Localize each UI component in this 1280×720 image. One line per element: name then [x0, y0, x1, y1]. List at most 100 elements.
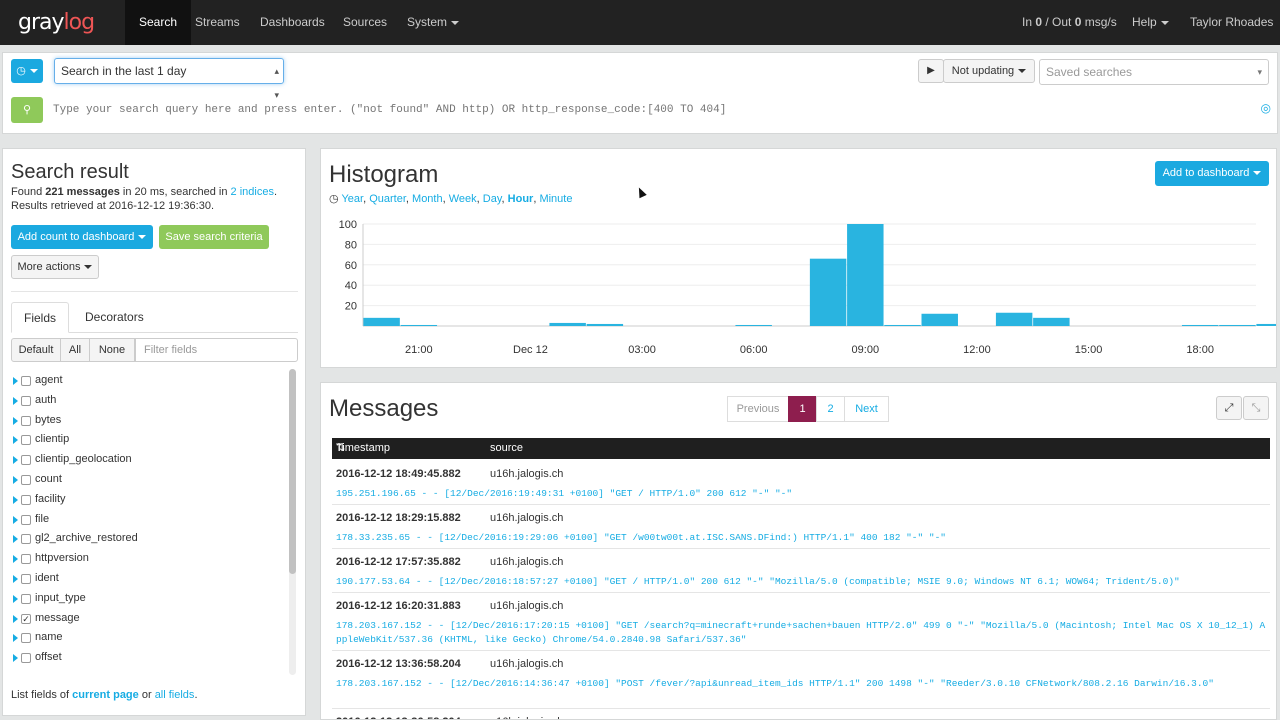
tab-fields[interactable]: Fields	[11, 302, 70, 333]
tab-decorators[interactable]: Decorators	[73, 302, 156, 333]
field-checkbox[interactable]	[21, 494, 31, 505]
pager-page-2[interactable]: 2	[816, 396, 845, 422]
caret-right-icon[interactable]	[13, 535, 18, 544]
histogram-bar	[735, 324, 772, 326]
caret-right-icon[interactable]	[13, 475, 18, 484]
caret-right-icon[interactable]	[13, 515, 18, 524]
caret-right-icon[interactable]	[13, 654, 18, 663]
nav-dashboards[interactable]: Dashboards	[246, 0, 339, 45]
pager-next[interactable]: Next	[844, 396, 889, 422]
collapse-button[interactable]: ⤡	[1243, 396, 1269, 420]
nav-user-menu[interactable]: Taylor Rhoades	[1176, 0, 1280, 70]
message-source[interactable]: u16h.jalogis.ch	[490, 468, 563, 480]
indices-link[interactable]: 2 indices	[231, 186, 274, 198]
message-source[interactable]: u16h.jalogis.ch	[490, 556, 563, 568]
search-submit-button[interactable]: ⚲	[11, 97, 43, 123]
message-source[interactable]: u16h.jalogis.ch	[490, 658, 563, 670]
field-checkbox[interactable]	[21, 633, 31, 644]
field-item[interactable]: gl2_archive_restored	[11, 529, 293, 549]
field-item[interactable]: agent	[11, 371, 293, 391]
table-row[interactable]: 2016-12-12 13:36:58.204 u16h.jalogis.ch 17…	[332, 651, 1270, 709]
caret-right-icon[interactable]	[13, 396, 18, 405]
field-checkbox[interactable]: ✓	[21, 613, 31, 624]
field-item[interactable]: offset	[11, 648, 293, 668]
lightbulb-icon[interactable]: ◎	[1261, 101, 1271, 115]
scrollbar-thumb[interactable]	[289, 369, 296, 574]
table-row[interactable]: 2016-12-12 13:36:58.204 u16h.jalogis.ch	[332, 709, 1270, 719]
field-item[interactable]: count	[11, 470, 293, 490]
column-source[interactable]: source	[490, 438, 523, 459]
more-actions-button[interactable]: More actions	[11, 255, 99, 279]
caret-right-icon[interactable]	[13, 555, 18, 564]
graylog-logo[interactable]: graylog	[18, 10, 95, 35]
field-item[interactable]: input_type	[11, 589, 293, 609]
field-checkbox[interactable]	[21, 395, 31, 406]
caret-right-icon[interactable]	[13, 614, 18, 623]
caret-right-icon[interactable]	[13, 634, 18, 643]
field-item[interactable]: auth	[11, 391, 293, 411]
field-item[interactable]: clientip	[11, 430, 293, 450]
sort-icon[interactable]: ⇅	[336, 438, 345, 459]
table-row[interactable]: 2016-12-12 18:49:45.882 u16h.jalogis.ch 19…	[332, 461, 1270, 505]
x-tick-label: 03:00	[628, 344, 656, 356]
nav-system[interactable]: System	[393, 0, 473, 45]
save-search-criteria-button[interactable]: Save search criteria	[159, 225, 269, 249]
caret-right-icon[interactable]	[13, 574, 18, 583]
refresh-interval-dropdown[interactable]: Not updating	[943, 59, 1035, 83]
field-checkbox[interactable]	[21, 376, 31, 386]
nav-streams[interactable]: Streams	[181, 0, 254, 45]
field-checkbox[interactable]	[21, 554, 31, 565]
nav-help[interactable]: Help	[1118, 0, 1183, 45]
field-item[interactable]: httpversion	[11, 549, 293, 569]
message-source[interactable]: u16h.jalogis.ch	[490, 600, 563, 612]
all-fields-link[interactable]: all fields	[155, 689, 195, 701]
fields-none-button[interactable]: None	[89, 338, 135, 362]
field-list-scrollbar[interactable]	[289, 369, 296, 675]
table-row[interactable]: 2016-12-12 17:57:35.882 u16h.jalogis.ch 19…	[332, 549, 1270, 593]
caret-right-icon[interactable]	[13, 495, 18, 504]
message-timestamp: 2016-12-12 13:36:58.204	[336, 716, 461, 719]
expand-button[interactable]: ⤢	[1216, 396, 1242, 420]
fields-default-button[interactable]: Default	[11, 338, 61, 362]
field-checkbox[interactable]	[21, 573, 31, 584]
table-row[interactable]: 2016-12-12 16:20:31.883 u16h.jalogis.ch 17…	[332, 593, 1270, 651]
field-item[interactable]: clientip_geolocation	[11, 450, 293, 470]
caret-right-icon[interactable]	[13, 456, 18, 465]
field-checkbox[interactable]	[21, 474, 31, 485]
time-range-select[interactable]: Search in the last 1 day ▴ ▾	[54, 58, 284, 100]
field-checkbox[interactable]	[21, 514, 31, 525]
add-count-to-dashboard-button[interactable]: Add count to dashboard	[11, 225, 153, 249]
filter-fields-input[interactable]: Filter fields	[135, 338, 298, 362]
message-source[interactable]: u16h.jalogis.ch	[490, 716, 563, 719]
field-item[interactable]: file	[11, 510, 293, 530]
field-item[interactable]: ✓ message	[11, 609, 293, 629]
field-item[interactable]: facility	[11, 490, 293, 510]
table-row[interactable]: 2016-12-12 18:29:15.882 u16h.jalogis.ch 17…	[332, 505, 1270, 549]
caret-right-icon[interactable]	[13, 436, 18, 445]
current-page-link[interactable]: current page	[72, 689, 139, 701]
field-item[interactable]: bytes	[11, 411, 293, 431]
field-item[interactable]: ident	[11, 569, 293, 589]
field-checkbox[interactable]	[21, 593, 31, 604]
field-checkbox[interactable]	[21, 415, 31, 426]
caret-right-icon[interactable]	[13, 377, 18, 385]
nav-sources[interactable]: Sources	[329, 0, 401, 45]
caret-right-icon[interactable]	[13, 594, 18, 603]
saved-searches-select[interactable]: Saved searches ▾	[1039, 59, 1269, 85]
fields-all-button[interactable]: All	[60, 338, 90, 362]
field-checkbox[interactable]	[21, 653, 31, 664]
pager-page-1[interactable]: 1	[788, 396, 817, 422]
field-name: httpversion	[35, 552, 89, 565]
field-name: count	[35, 472, 62, 485]
search-query-input[interactable]	[53, 99, 1253, 121]
field-checkbox[interactable]	[21, 435, 31, 446]
field-checkbox[interactable]	[21, 534, 31, 545]
field-checkbox[interactable]	[21, 455, 31, 466]
pager-previous[interactable]: Previous	[727, 396, 789, 422]
field-item[interactable]: name	[11, 628, 293, 648]
caret-right-icon[interactable]	[13, 416, 18, 425]
play-button[interactable]: ▶	[918, 59, 944, 83]
message-source[interactable]: u16h.jalogis.ch	[490, 512, 563, 524]
play-icon: ▶	[927, 65, 935, 76]
time-range-type-button[interactable]: ◷	[11, 59, 43, 83]
